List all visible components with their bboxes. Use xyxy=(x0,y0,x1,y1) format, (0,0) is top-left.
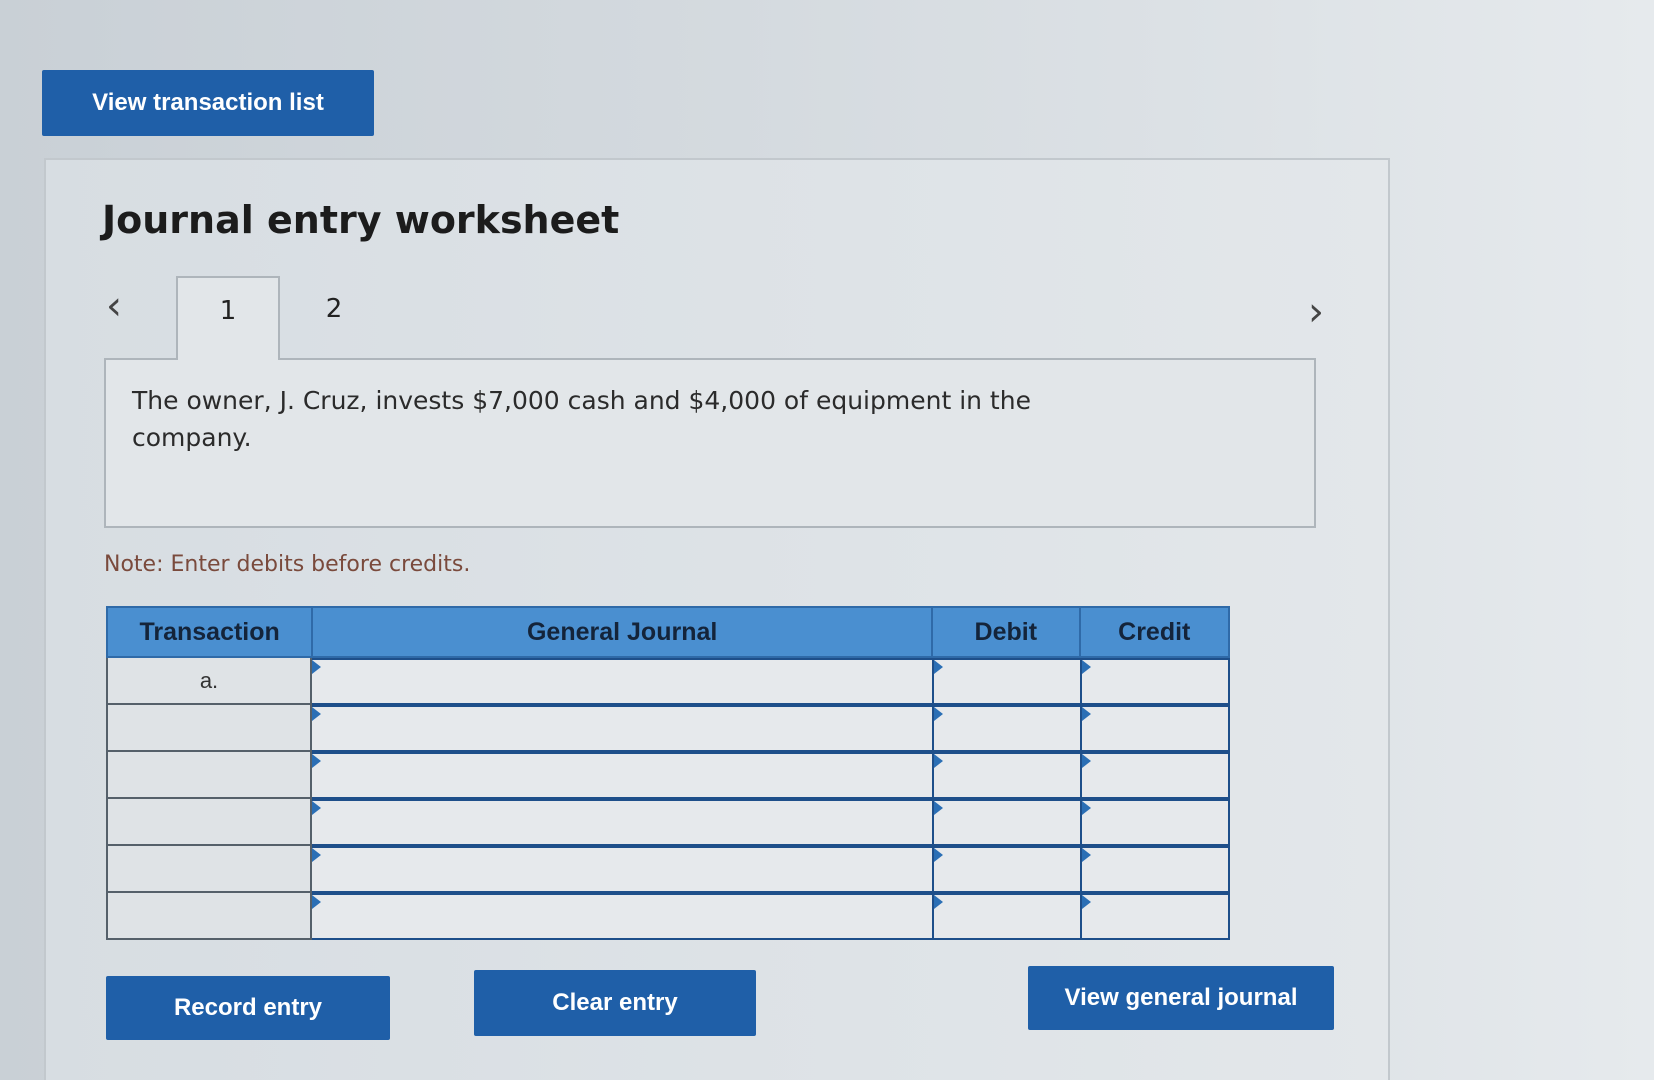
table-row xyxy=(106,705,1230,752)
table-row: a. xyxy=(106,658,1230,705)
transaction-cell xyxy=(106,752,312,799)
debit-input[interactable] xyxy=(934,846,1082,893)
credit-input[interactable] xyxy=(1082,846,1230,893)
account-select[interactable] xyxy=(312,799,934,846)
table-row xyxy=(106,846,1230,893)
tab-1[interactable]: 1 xyxy=(176,276,280,360)
account-select[interactable] xyxy=(312,846,934,893)
transaction-cell: a. xyxy=(106,658,312,705)
header-debit: Debit xyxy=(933,608,1081,656)
clear-entry-button[interactable]: Clear entry xyxy=(474,970,756,1036)
transaction-cell xyxy=(106,893,312,940)
table-row xyxy=(106,752,1230,799)
debit-input[interactable] xyxy=(934,752,1082,799)
debit-input[interactable] xyxy=(934,658,1082,705)
credit-input[interactable] xyxy=(1082,705,1230,752)
transaction-cell xyxy=(106,846,312,893)
view-general-journal-button[interactable]: View general journal xyxy=(1028,966,1334,1030)
transaction-cell xyxy=(106,799,312,846)
transaction-description: The owner, J. Cruz, invests $7,000 cash … xyxy=(132,386,1031,452)
view-transaction-list-button[interactable]: View transaction list xyxy=(42,70,374,136)
tab-2[interactable]: 2 xyxy=(282,276,386,360)
worksheet-title: Journal entry worksheet xyxy=(102,198,620,242)
transaction-cell xyxy=(106,705,312,752)
table-row xyxy=(106,893,1230,940)
credit-input[interactable] xyxy=(1082,893,1230,940)
credit-input[interactable] xyxy=(1082,799,1230,846)
journal-entry-worksheet: Journal entry worksheet ‹ 1 2 › The owne… xyxy=(44,158,1390,1080)
transaction-description-box: The owner, J. Cruz, invests $7,000 cash … xyxy=(104,358,1316,528)
header-credit: Credit xyxy=(1118,617,1191,646)
account-select[interactable] xyxy=(312,893,934,940)
header-transaction: Transaction xyxy=(108,608,314,656)
record-entry-button[interactable]: Record entry xyxy=(106,976,390,1040)
header-general-journal: General Journal xyxy=(313,608,934,656)
debit-input[interactable] xyxy=(934,799,1082,846)
account-select[interactable] xyxy=(312,705,934,752)
debit-input[interactable] xyxy=(934,705,1082,752)
entry-note: Note: Enter debits before credits. xyxy=(104,552,471,577)
credit-input[interactable] xyxy=(1082,658,1230,705)
journal-table-header: Transaction General Journal Debit Credit xyxy=(106,606,1230,658)
debit-input[interactable] xyxy=(934,893,1082,940)
credit-input[interactable] xyxy=(1082,752,1230,799)
account-select[interactable] xyxy=(312,658,934,705)
chevron-right-icon[interactable]: › xyxy=(1308,292,1324,332)
account-select[interactable] xyxy=(312,752,934,799)
journal-table: Transaction General Journal Debit Credit… xyxy=(106,606,1230,940)
table-row xyxy=(106,799,1230,846)
chevron-left-icon[interactable]: ‹ xyxy=(106,286,122,326)
